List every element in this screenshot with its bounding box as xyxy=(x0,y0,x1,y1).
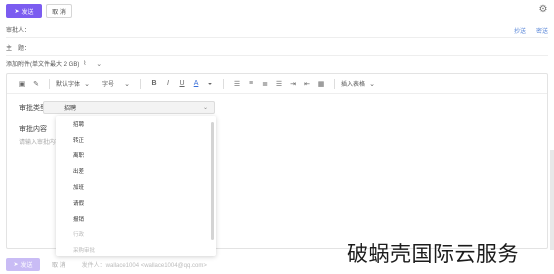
approval-type-select[interactable]: 招聘 ⌄ xyxy=(43,101,215,114)
chevron-down-icon: ⌄ xyxy=(202,105,208,111)
approval-type-value: 招聘 xyxy=(64,106,77,112)
sender-info: 发件人：wallace1004 <wallace1004@qq.com> xyxy=(81,262,207,269)
top-toolbar: ➤ 发送 取 消 ⚙ xyxy=(0,0,554,22)
font-family-select[interactable]: 默认字体 xyxy=(56,79,80,88)
approval-content-label: 审批内容 xyxy=(19,126,47,133)
image-icon[interactable]: ▣ xyxy=(15,80,29,88)
dropdown-option[interactable]: 报销 xyxy=(56,211,216,227)
bold-icon[interactable]: B xyxy=(147,80,161,87)
bottom-cancel-button[interactable]: 取 消 xyxy=(52,260,66,269)
chevron-down-icon[interactable]: ⌄ xyxy=(120,80,134,88)
outdent-icon[interactable]: ⇤ xyxy=(300,80,314,88)
dropdown-option[interactable]: 招聘 xyxy=(56,116,216,132)
underline-icon[interactable]: U xyxy=(175,80,189,87)
italic-icon[interactable]: I xyxy=(161,80,175,87)
font-size-select[interactable]: 字号 xyxy=(102,79,114,88)
align-left-icon[interactable]: ≣ xyxy=(258,80,272,88)
unordered-list-icon[interactable]: ≡ xyxy=(244,80,258,87)
dropdown-option[interactable]: 出差 xyxy=(56,163,216,179)
dropdown-option[interactable]: 采购审批 xyxy=(56,242,216,256)
cancel-button[interactable]: 取 消 xyxy=(46,4,72,18)
paperclip-icon: ⌇ xyxy=(83,61,87,67)
dropdown-option[interactable]: 转正 xyxy=(56,132,216,148)
indent-icon[interactable]: ⇥ xyxy=(286,80,300,88)
dropdown-option[interactable]: 行政 xyxy=(56,227,216,243)
bottom-send-button[interactable]: ➤ 发送 xyxy=(6,257,40,271)
dropdown-scrollbar[interactable] xyxy=(211,122,214,240)
chevron-down-icon[interactable]: ⌄ xyxy=(96,60,102,68)
recipient-label: 审批人： xyxy=(6,28,31,34)
editor-toolbar: ▣ ✎ 默认字体 ⌄ 字号 ⌄ B I U A ◒ ☰ ≡ ≣ ☰ ⇥ ⇤ ▦ … xyxy=(7,74,547,94)
pen-icon[interactable]: ✎ xyxy=(29,80,43,88)
insert-table-button[interactable]: 插入表格 xyxy=(341,79,365,88)
dropdown-option[interactable]: 加班 xyxy=(56,179,216,195)
approval-type-dropdown: 招聘 转正 离职 出差 加班 请假 报销 行政 采购审批 xyxy=(56,116,216,256)
align-center-icon[interactable]: ☰ xyxy=(272,80,286,88)
page-scrollbar[interactable] xyxy=(550,150,554,250)
subject-row[interactable]: 主 题： xyxy=(6,40,548,56)
chevron-down-icon[interactable]: ⌄ xyxy=(80,80,94,88)
watermark-text: 破蜗壳国际云服务 xyxy=(347,242,519,266)
approval-content-placeholder[interactable]: 请输入审批内容 xyxy=(19,137,61,146)
bcc-link[interactable]: 密送 xyxy=(536,26,548,35)
paper-plane-icon: ➤ xyxy=(13,261,19,268)
highlight-icon[interactable]: ◒ xyxy=(203,80,217,87)
attachment-label[interactable]: 添加附件(单文件最大 2 GB) xyxy=(6,59,79,68)
table-icon[interactable]: ▦ xyxy=(314,80,328,88)
font-color-icon[interactable]: A xyxy=(189,80,203,87)
dropdown-option[interactable]: 请假 xyxy=(56,195,216,211)
send-button[interactable]: ➤ 发送 xyxy=(6,4,42,18)
paper-plane-icon: ➤ xyxy=(14,8,20,15)
recipient-row[interactable]: 审批人： 抄送 密送 xyxy=(6,22,548,38)
cc-link[interactable]: 抄送 xyxy=(514,26,526,35)
chevron-down-icon[interactable]: ⌄ xyxy=(365,80,379,88)
gear-icon[interactable]: ⚙ xyxy=(538,5,548,15)
dropdown-option[interactable]: 离职 xyxy=(56,148,216,164)
subject-label: 主 题： xyxy=(6,46,31,52)
attachment-row[interactable]: 添加附件(单文件最大 2 GB) ⌇ ⌄ xyxy=(6,59,102,69)
ordered-list-icon[interactable]: ☰ xyxy=(230,80,244,88)
